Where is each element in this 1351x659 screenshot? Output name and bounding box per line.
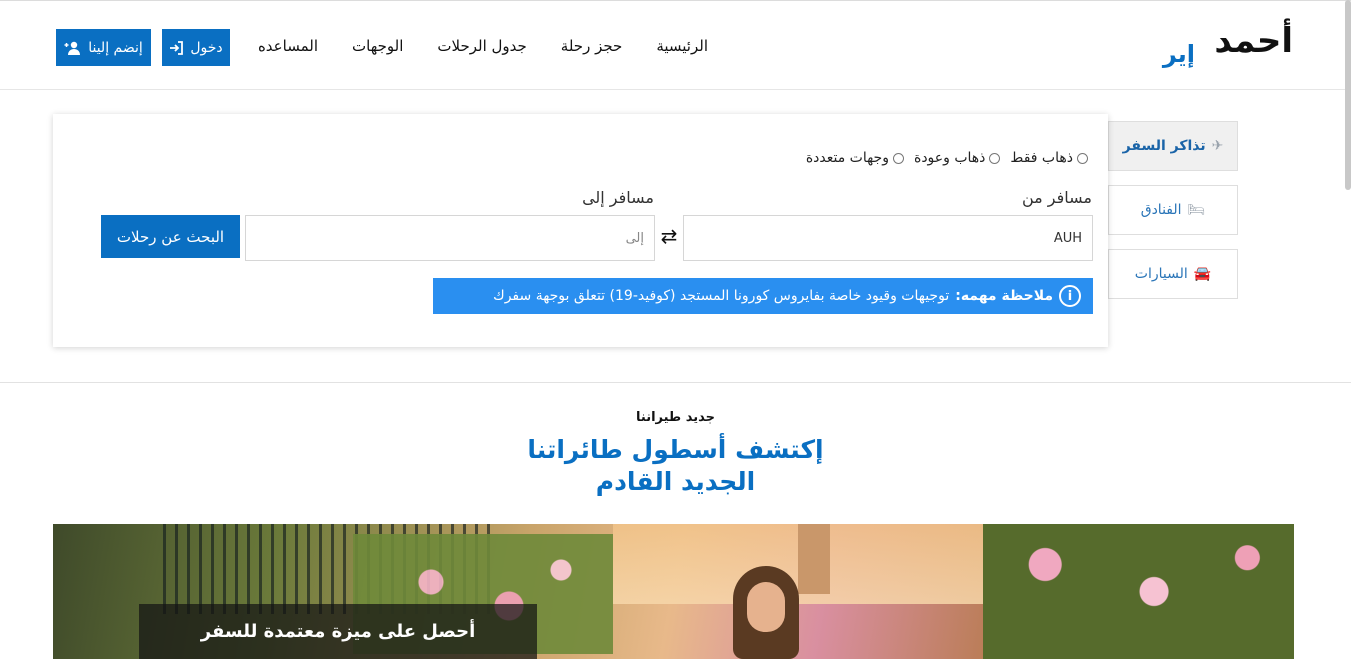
- trip-type-options: ذهاب فقط ذهاب وعودة وجهات متعددة: [806, 150, 1088, 166]
- radio-round-trip[interactable]: [989, 152, 1001, 164]
- tab-cars[interactable]: 🚘 السيارات: [1108, 249, 1238, 299]
- to-label: مسافر إلى: [582, 188, 654, 207]
- login-button[interactable]: دخول: [162, 29, 230, 66]
- trip-type-round-trip[interactable]: ذهاب وعودة: [913, 150, 1001, 166]
- scrollbar[interactable]: [1345, 0, 1351, 190]
- fleet-headline-line1: إكتشف أسطول طائراتنا: [527, 435, 824, 464]
- tab-flights[interactable]: ✈ تذاكر السفر: [1108, 121, 1238, 171]
- covid-notice[interactable]: i ملاحظة مهمه: توجيهات وقيود خاصة بفايرو…: [433, 278, 1093, 314]
- banner-flowers-right: [983, 524, 1294, 659]
- trip-type-round-trip-label: ذهاب وعودة: [913, 150, 986, 166]
- main-nav: الرئيسية حجز رحلة جدول الرحلات الوجهات ا…: [241, 27, 725, 65]
- trip-type-multi-city[interactable]: وجهات متعددة: [806, 150, 904, 166]
- fleet-eyebrow: جديد طيراننا: [636, 410, 715, 425]
- tab-cars-label: السيارات: [1134, 266, 1188, 282]
- plane-icon: ✈: [1211, 138, 1224, 154]
- search-flights-button[interactable]: البحث عن رحلات: [101, 215, 240, 258]
- tab-hotels-label: الفنادق: [1140, 202, 1182, 218]
- sign-in-icon: [170, 40, 184, 55]
- tab-hotels[interactable]: 🛏 الفنادق: [1108, 185, 1238, 235]
- from-input[interactable]: [683, 215, 1093, 261]
- tab-flights-label: تذاكر السفر: [1122, 138, 1206, 154]
- nav-item-home[interactable]: الرئيسية: [639, 27, 725, 65]
- login-label: دخول: [190, 39, 223, 56]
- logo-main-text: أحمد: [1214, 21, 1294, 61]
- nav-item-flight-schedule[interactable]: جدول الرحلات: [420, 27, 543, 65]
- swap-icon[interactable]: ⇄: [657, 224, 681, 248]
- car-icon: 🚘: [1193, 266, 1212, 282]
- bed-icon: 🛏: [1187, 202, 1206, 218]
- nav-item-book-flight[interactable]: حجز رحلة: [544, 27, 640, 65]
- banner-person: [733, 566, 799, 659]
- from-label: مسافر من: [1021, 188, 1092, 207]
- logo-sub-text: إير: [1162, 40, 1195, 68]
- trip-type-one-way-label: ذهاب فقط: [1010, 150, 1073, 166]
- notice-title: ملاحظة مهمه:: [955, 288, 1053, 304]
- trip-type-multi-city-label: وجهات متعددة: [805, 150, 889, 166]
- nav-item-help[interactable]: المساعده: [241, 27, 335, 65]
- user-plus-icon: [64, 41, 81, 55]
- flight-search-panel: ذهاب فقط ذهاب وعودة وجهات متعددة مسافر م…: [53, 114, 1108, 347]
- to-input[interactable]: [245, 215, 655, 261]
- fleet-headline: إكتشف أسطول طائراتنا الجديد القادم: [0, 434, 1351, 498]
- notice-text: توجيهات وقيود خاصة بفايروس كورونا المستج…: [493, 288, 950, 304]
- promo-banner[interactable]: أحصل على ميزة معتمدة للسفر: [53, 524, 1294, 659]
- nav-item-destinations[interactable]: الوجهات: [335, 27, 420, 65]
- section-divider: [0, 382, 1351, 383]
- banner-person-face: [747, 582, 785, 632]
- join-button[interactable]: إنضم إلينا: [56, 29, 151, 66]
- radio-one-way[interactable]: [1077, 152, 1088, 164]
- banner-pillar: [798, 524, 830, 594]
- logo[interactable]: أحمد إير: [1162, 19, 1294, 71]
- radio-multi-city[interactable]: [892, 152, 904, 164]
- fleet-headline-line2: الجديد القادم: [595, 467, 756, 496]
- info-icon: i: [1059, 285, 1081, 307]
- trip-type-one-way[interactable]: ذهاب فقط: [1010, 150, 1088, 166]
- banner-caption: أحصل على ميزة معتمدة للسفر: [139, 604, 537, 659]
- join-label: إنضم إلينا: [88, 39, 143, 56]
- site-header: أحمد إير الرئيسية حجز رحلة جدول الرحلات …: [0, 0, 1351, 90]
